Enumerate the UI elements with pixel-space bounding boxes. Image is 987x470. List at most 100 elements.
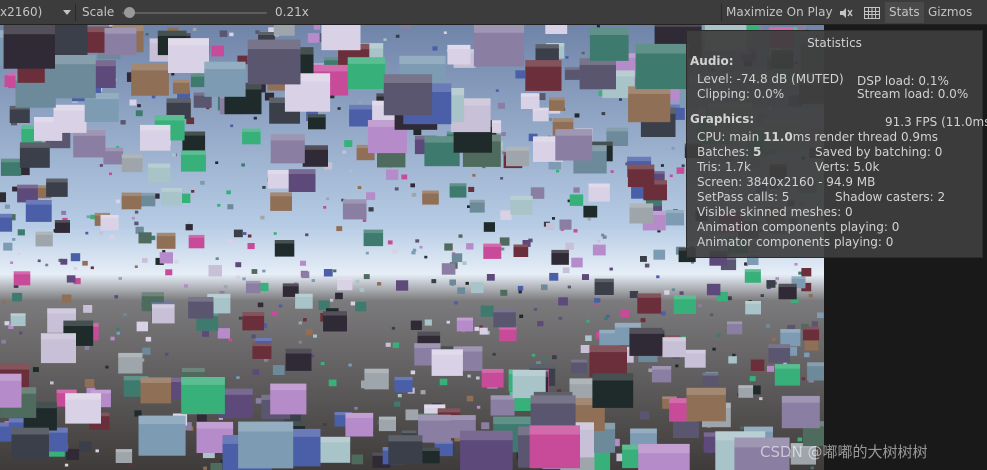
cube bbox=[500, 177, 504, 180]
cube bbox=[396, 280, 409, 291]
audio-clipping: Clipping: 0.0% bbox=[697, 87, 785, 101]
cube-top-face bbox=[606, 127, 629, 132]
cube-top-face bbox=[258, 32, 275, 35]
cube bbox=[320, 362, 325, 366]
cube bbox=[391, 326, 396, 330]
cube bbox=[531, 353, 536, 357]
cube-top-face bbox=[551, 249, 569, 254]
stats-toggle[interactable]: Stats bbox=[885, 2, 924, 23]
cube bbox=[549, 272, 559, 281]
cube-top-face bbox=[54, 220, 70, 223]
aspect-grid-button[interactable] bbox=[860, 2, 884, 23]
cube bbox=[586, 319, 590, 323]
cube-top-face bbox=[520, 93, 540, 97]
cube-top-face bbox=[104, 28, 137, 34]
cube bbox=[571, 257, 583, 268]
cube bbox=[395, 34, 400, 38]
cube-top-face bbox=[447, 44, 471, 49]
cube bbox=[84, 379, 95, 388]
cube bbox=[252, 369, 260, 375]
cube bbox=[500, 289, 508, 296]
cube-top-face bbox=[424, 404, 446, 409]
cube bbox=[411, 192, 417, 197]
cube bbox=[565, 242, 574, 250]
cube bbox=[366, 192, 376, 200]
cube-top-face bbox=[40, 333, 76, 340]
cube bbox=[480, 305, 494, 317]
cube bbox=[629, 291, 639, 299]
cube bbox=[476, 376, 480, 380]
cube bbox=[706, 283, 721, 296]
cube bbox=[174, 259, 179, 264]
cube bbox=[235, 275, 241, 280]
stats-title: Statistics bbox=[807, 36, 862, 50]
cube bbox=[3, 242, 13, 251]
cube-top-face bbox=[394, 376, 413, 381]
maximize-on-play-toggle[interactable]: Maximize On Play bbox=[722, 2, 837, 23]
cube-top-face bbox=[161, 188, 182, 192]
cube bbox=[602, 235, 607, 239]
cube bbox=[391, 248, 398, 254]
cube bbox=[740, 426, 744, 430]
resolution-dropdown[interactable]: x2160) bbox=[0, 0, 71, 25]
screen-info: Screen: 3840x2160 - 94.9 MB bbox=[697, 175, 876, 189]
scale-slider-track[interactable] bbox=[122, 12, 267, 14]
cube bbox=[468, 186, 475, 192]
cube bbox=[609, 267, 613, 271]
cube-top-face bbox=[121, 192, 142, 197]
cube bbox=[12, 186, 18, 192]
cube bbox=[138, 232, 152, 244]
setpass-calls: SetPass calls: 5 bbox=[697, 190, 790, 204]
cube-top-face bbox=[529, 364, 556, 369]
cube bbox=[749, 376, 756, 382]
cube bbox=[653, 249, 666, 260]
cube bbox=[728, 356, 737, 364]
cube bbox=[105, 365, 109, 369]
cube bbox=[348, 363, 352, 367]
cube-top-face bbox=[589, 345, 627, 353]
cube bbox=[129, 462, 133, 466]
cube bbox=[82, 260, 88, 266]
cube bbox=[273, 25, 295, 36]
cube-top-face bbox=[19, 142, 50, 148]
cube bbox=[801, 268, 812, 277]
scale-slider-handle[interactable] bbox=[123, 7, 135, 18]
cube-top-face bbox=[493, 416, 536, 425]
csdn-watermark: CSDN @嘟嘟的大树树树 bbox=[760, 443, 928, 461]
cube bbox=[233, 229, 243, 238]
cube bbox=[573, 187, 580, 193]
cube bbox=[357, 186, 362, 190]
cube-top-face bbox=[274, 240, 295, 244]
cube-top-face bbox=[588, 183, 610, 188]
cube-top-face bbox=[166, 98, 191, 103]
gizmos-dropdown[interactable]: Gizmos bbox=[924, 2, 976, 23]
cube bbox=[200, 180, 205, 185]
cube bbox=[335, 292, 343, 300]
cube-top-face bbox=[173, 79, 190, 83]
cube-top-face bbox=[673, 295, 696, 300]
cube bbox=[410, 320, 422, 330]
cube-top-face bbox=[665, 209, 684, 214]
cube bbox=[394, 401, 401, 407]
cube bbox=[387, 240, 393, 245]
game-view-toolbar: x2160) Scale 0.21x Maximize On Play Stat… bbox=[0, 0, 987, 25]
cube-top-face bbox=[513, 244, 529, 248]
cube-top-face bbox=[363, 229, 384, 234]
cube bbox=[495, 89, 499, 92]
cube bbox=[541, 284, 548, 291]
cube bbox=[771, 337, 776, 341]
cube-top-face bbox=[399, 55, 446, 65]
cube-top-face bbox=[182, 131, 206, 136]
audio-header: Audio: bbox=[690, 54, 734, 68]
cube-top-face bbox=[778, 283, 797, 288]
verts-count: Verts: 5.0k bbox=[815, 160, 880, 174]
cube bbox=[585, 335, 592, 341]
stream-load: Stream load: 0.0% bbox=[857, 87, 969, 101]
cube bbox=[569, 194, 584, 206]
cube bbox=[247, 234, 252, 238]
cube-top-face bbox=[481, 368, 504, 373]
mute-audio-button[interactable] bbox=[834, 2, 858, 23]
cube bbox=[679, 291, 684, 295]
cube bbox=[546, 222, 555, 230]
cube-top-face bbox=[157, 30, 187, 36]
